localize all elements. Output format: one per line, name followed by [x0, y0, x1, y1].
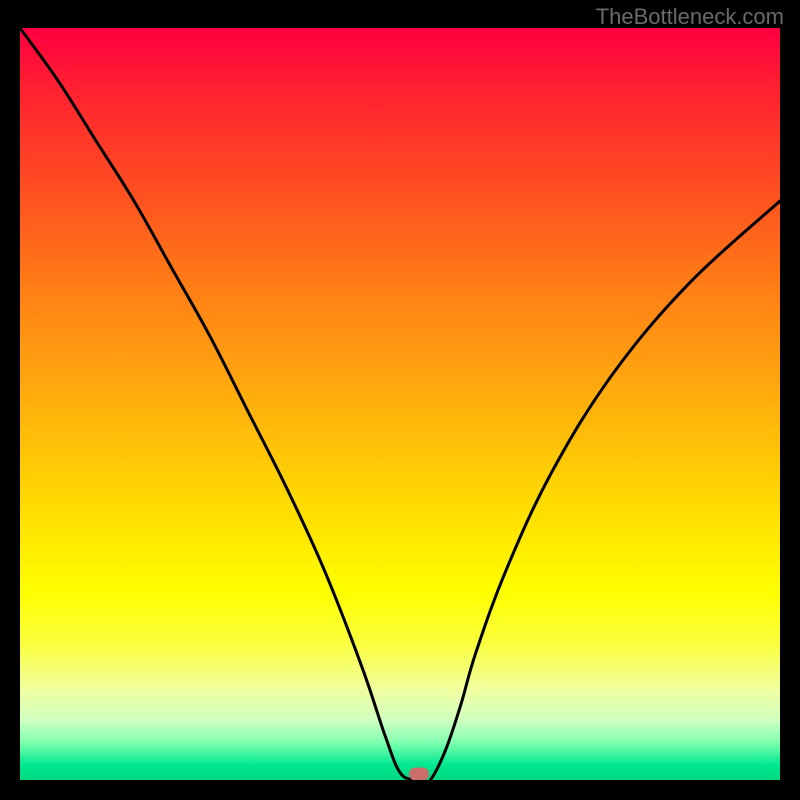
- attribution-text: TheBottleneck.com: [596, 4, 784, 30]
- bottleneck-curve: [20, 28, 780, 780]
- chart-plot-area: [20, 28, 780, 780]
- optimum-marker: [409, 768, 429, 781]
